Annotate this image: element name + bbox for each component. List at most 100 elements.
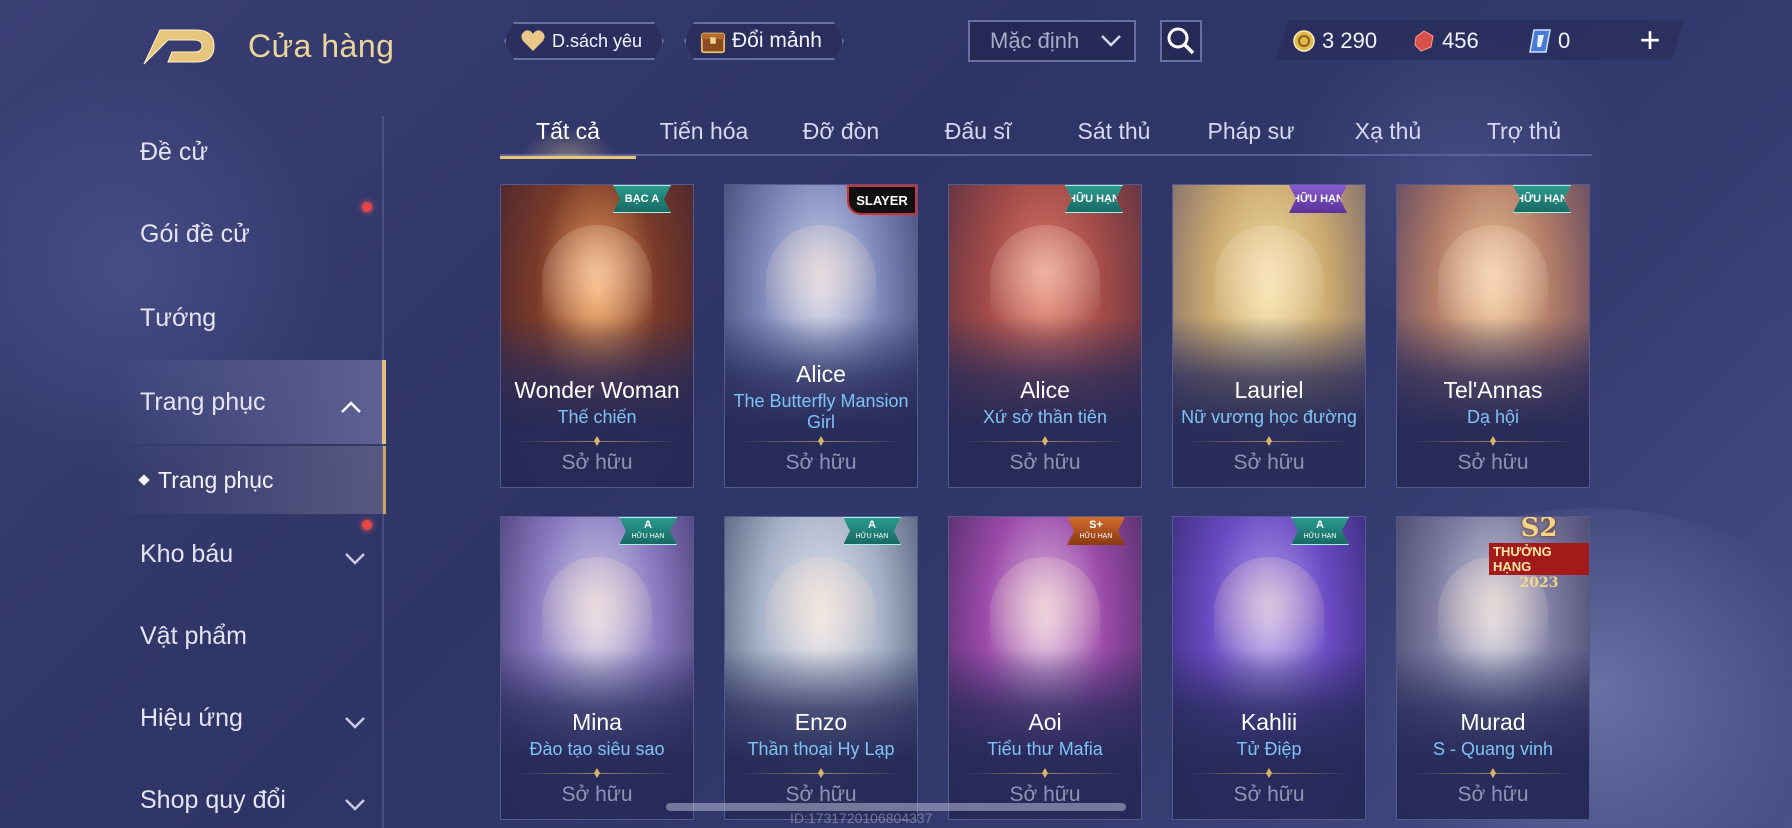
search-button[interactable] bbox=[1160, 20, 1202, 62]
rarity-label: BẠC A bbox=[624, 192, 660, 205]
skin-grid: BẠC A Wonder Woman Thế chiến Sở hữu SLAYER Al… bbox=[500, 184, 1592, 828]
add-currency-button[interactable]: + bbox=[1628, 20, 1672, 60]
skin-card[interactable]: BẠC A Wonder Woman Thế chiến Sở hữu bbox=[500, 184, 694, 488]
card-divider bbox=[1411, 768, 1575, 778]
treasure-chest-icon bbox=[700, 28, 726, 54]
sidebar-item-label: Shop quy đổi bbox=[140, 785, 286, 814]
skin-card[interactable]: S+ HỮU HẠN Aoi Tiểu thư Mafia Sở hữu bbox=[948, 516, 1142, 820]
hero-name: Murad bbox=[1460, 709, 1526, 735]
skin-card[interactable]: SLAYER Alice The Butterfly Mansion Girl Sở … bbox=[724, 184, 918, 488]
hero-name: Mina bbox=[572, 709, 622, 735]
tab-all[interactable]: Tất cả bbox=[500, 106, 636, 159]
voucher-amount: 0 bbox=[1558, 28, 1571, 53]
gem-balance: 456 bbox=[1412, 28, 1479, 54]
sidebar-item-label: Đề cử bbox=[140, 137, 209, 166]
skin-name: Đào tạo siêu sao bbox=[529, 739, 665, 759]
skin-name: S - Quang vinh bbox=[1432, 739, 1554, 759]
rarity-label: A bbox=[644, 519, 652, 531]
hero-name: Lauriel bbox=[1234, 377, 1304, 403]
wishlist-button[interactable]: D.sách yêu bbox=[504, 22, 664, 60]
voucher-icon bbox=[1529, 29, 1551, 53]
hero-name: Wonder Woman bbox=[514, 377, 680, 403]
hero-name: Tel'Annas bbox=[1443, 377, 1543, 403]
limited-label: HỮU HẠN bbox=[1303, 533, 1337, 540]
tab-evolution[interactable]: Tiến hóa bbox=[636, 106, 772, 156]
card-divider bbox=[515, 436, 679, 446]
back-button[interactable] bbox=[138, 22, 218, 70]
fragment-exchange-button[interactable]: Đổi mảnh bbox=[684, 22, 844, 60]
skin-name: Nữ vương học đường bbox=[1181, 407, 1357, 427]
notification-dot bbox=[362, 520, 372, 530]
rarity-badge: A HỮU HẠN bbox=[843, 517, 901, 545]
season-year: 2023 bbox=[1519, 575, 1559, 591]
hero-name: Kahlii bbox=[1240, 709, 1298, 735]
rank-reward-label: THƯỞNG HẠNG bbox=[1489, 543, 1589, 575]
skin-name: Thần thoại Hy Lạp bbox=[747, 739, 895, 759]
card-divider bbox=[1187, 768, 1351, 778]
sidebar-item-effects[interactable]: Hiệu ứng bbox=[110, 682, 386, 754]
season-rank-badge: S2 THƯỞNG HẠNG 2023 bbox=[1489, 516, 1589, 591]
category-tabs: Tất cả Tiến hóa Đỡ đòn Đấu sĩ Sát thủ Ph… bbox=[500, 106, 1592, 159]
skin-card[interactable]: A HỮU HẠN Mina Đào tạo siêu sao Sở hữu bbox=[500, 516, 694, 820]
sidebar-item-treasure[interactable]: Kho báu bbox=[110, 518, 386, 590]
tab-mage[interactable]: Pháp sư bbox=[1183, 106, 1319, 156]
tab-assassin[interactable]: Sát thủ bbox=[1046, 106, 1182, 156]
skin-name: The Butterfly Mansion Girl bbox=[733, 391, 909, 432]
skin-card[interactable]: HỮU HẠN Tel'Annas Dạ hội Sở hữu bbox=[1396, 184, 1590, 488]
sidebar-item-items[interactable]: Vật phẩm bbox=[110, 600, 386, 672]
skin-card[interactable]: A HỮU HẠN Enzo Thần thoại Hy Lạp Sở hữu bbox=[724, 516, 918, 820]
gem-amount: 456 bbox=[1442, 28, 1479, 53]
card-divider bbox=[739, 436, 903, 446]
gold-coin-icon bbox=[1293, 30, 1315, 52]
rarity-badge: HỮU HẠN bbox=[1065, 185, 1123, 213]
heart-icon bbox=[520, 28, 546, 54]
hero-name: Enzo bbox=[794, 709, 848, 735]
sidebar-item-skins[interactable]: Trang phục bbox=[110, 360, 386, 444]
sidebar-subitem-skins[interactable]: Trang phục bbox=[110, 446, 386, 514]
tab-fighter[interactable]: Đấu sĩ bbox=[910, 106, 1046, 156]
sidebar-item-label: Tướng bbox=[140, 303, 217, 332]
rarity-label: S+ bbox=[1089, 519, 1103, 531]
rarity-badge: HỮU HẠN bbox=[1289, 185, 1347, 213]
skin-card[interactable]: S2 THƯỞNG HẠNG 2023 Murad S - Quang vinh Sở h… bbox=[1396, 516, 1590, 820]
tab-marksman[interactable]: Xạ thủ bbox=[1320, 106, 1456, 156]
player-id-watermark: ID:1731720106804337 bbox=[790, 810, 933, 826]
hero-name: Aoi bbox=[1028, 709, 1062, 735]
collab-badge: SLAYER bbox=[847, 185, 917, 215]
card-divider bbox=[963, 768, 1127, 778]
card-divider bbox=[1187, 436, 1351, 446]
tab-support[interactable]: Trợ thủ bbox=[1456, 106, 1592, 156]
sort-dropdown[interactable]: Mặc định bbox=[968, 20, 1136, 62]
rarity-label: HỮU HẠN bbox=[1292, 192, 1344, 205]
chevron-up-icon bbox=[340, 392, 362, 421]
sidebar-item-recommended[interactable]: Đề cử bbox=[110, 116, 386, 188]
ruby-gem-icon bbox=[1414, 30, 1434, 52]
sidebar-item-bundles[interactable]: Gói đề cử bbox=[110, 198, 386, 270]
search-icon bbox=[1167, 27, 1195, 55]
ownership-status: Sở hữu bbox=[1457, 451, 1529, 474]
skin-name: Thế chiến bbox=[557, 407, 637, 427]
tab-tank[interactable]: Đỡ đòn bbox=[773, 106, 909, 156]
sidebar-item-label: Gói đề cử bbox=[140, 219, 250, 248]
sidebar-item-heroes[interactable]: Tướng bbox=[110, 282, 386, 354]
sidebar-item-exchange-shop[interactable]: Shop quy đổi bbox=[110, 764, 386, 828]
wishlist-label: D.sách yêu bbox=[552, 30, 643, 51]
plus-icon: + bbox=[1639, 19, 1661, 60]
gold-balance: 3 290 bbox=[1292, 28, 1377, 54]
skin-card[interactable]: HỮU HẠN Lauriel Nữ vương học đường Sở hữu bbox=[1172, 184, 1366, 488]
skin-card[interactable]: HỮU HẠN Alice Xứ sở thần tiên Sở hữu bbox=[948, 184, 1142, 488]
ownership-status: Sở hữu bbox=[561, 783, 633, 806]
notification-dot bbox=[362, 202, 372, 212]
rarity-badge: A HỮU HẠN bbox=[619, 517, 677, 545]
sidebar-subitem-label: Trang phục bbox=[158, 466, 274, 493]
ownership-status: Sở hữu bbox=[1233, 451, 1305, 474]
season-label: S2 bbox=[1520, 516, 1558, 543]
card-divider bbox=[515, 768, 679, 778]
sidebar-item-label: Vật phẩm bbox=[140, 621, 248, 650]
sidebar-item-label: Trang phục bbox=[140, 387, 266, 416]
limited-label: HỮU HẠN bbox=[631, 533, 665, 540]
skin-card[interactable]: A HỮU HẠN Kahlii Tử Điệp Sở hữu bbox=[1172, 516, 1366, 820]
ownership-status: Sở hữu bbox=[1457, 783, 1529, 806]
skin-name: Tiểu thư Mafia bbox=[987, 739, 1103, 759]
rarity-label: HỮU HẠN bbox=[1516, 192, 1568, 205]
